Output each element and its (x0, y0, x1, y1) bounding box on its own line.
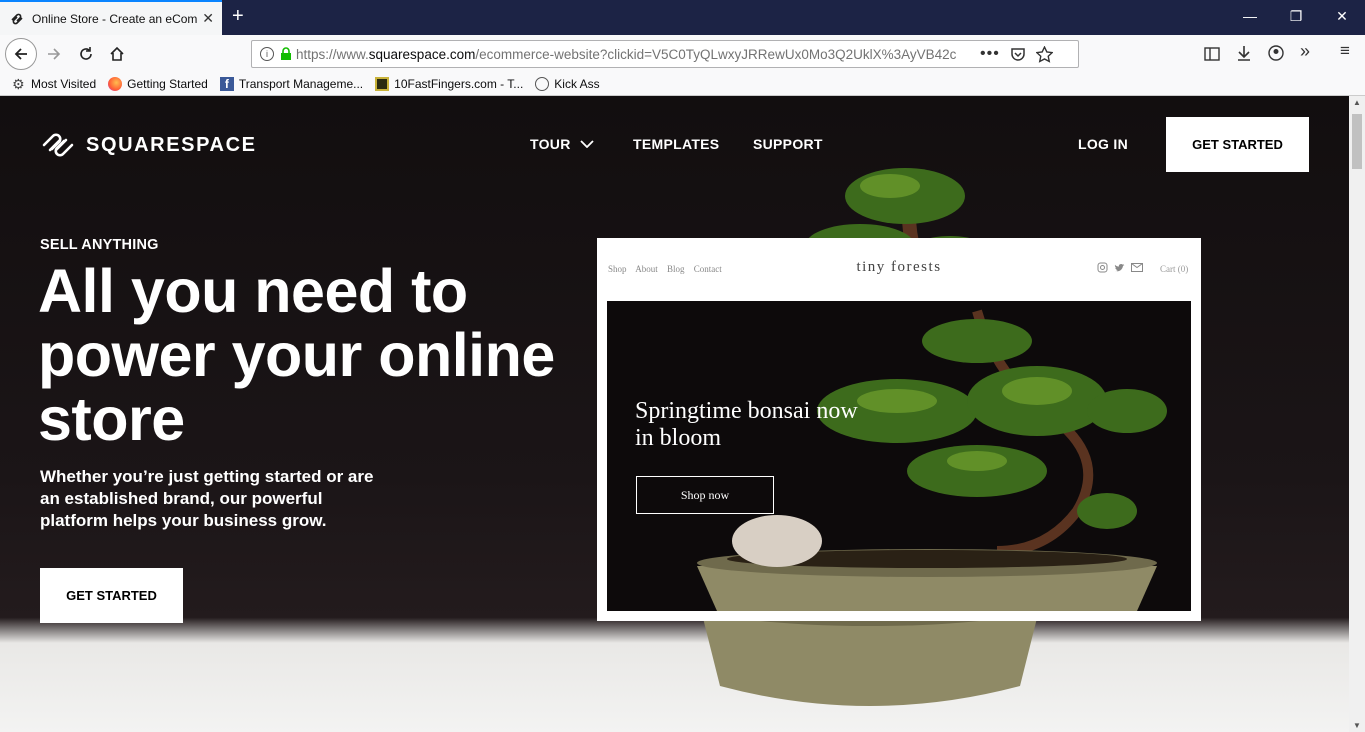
forward-arrow-icon (48, 48, 61, 60)
restore-icon[interactable]: ❐ (1273, 0, 1319, 32)
reload-icon (80, 47, 92, 60)
pocket-icon[interactable] (1010, 46, 1026, 62)
new-tab-icon[interactable]: + (232, 5, 244, 27)
back-button[interactable] (5, 38, 37, 70)
mockup-headline: Springtime bonsai now in bloom (635, 398, 858, 451)
gear-icon: ⚙ (12, 75, 25, 92)
bookmark-kick-ass[interactable]: Kick Ass (535, 76, 600, 91)
tab-title: Online Store - Create an eComm (32, 11, 198, 26)
nav-login[interactable]: LOG IN (1078, 136, 1128, 152)
library-icon[interactable] (1204, 46, 1220, 62)
mockup-hero-banner: Springtime bonsai now in bloom Shop now (607, 301, 1191, 611)
email-icon (1131, 263, 1143, 272)
firefox-icon (108, 76, 123, 91)
bookmarks-toolbar: ⚙ Most Visited Getting Started f Transpo… (0, 72, 1365, 96)
vertical-scrollbar[interactable]: ▲ ▼ (1349, 96, 1365, 732)
squarespace-logo-icon (42, 133, 74, 157)
hero-subhead: Whether you’re just getting started or a… (40, 467, 374, 530)
nav-tour[interactable]: TOUR (530, 136, 594, 152)
reload-button[interactable] (71, 39, 101, 69)
facebook-icon: f (219, 76, 234, 91)
bookmark-getting-started[interactable]: Getting Started (108, 76, 208, 91)
active-tab[interactable]: Online Store - Create an eComm ✕ (0, 0, 222, 35)
mockup-social-icons (1097, 262, 1143, 273)
url-text[interactable]: https://www.squarespace.com/ecommerce-we… (296, 47, 966, 62)
close-tab-icon[interactable]: ✕ (202, 11, 214, 25)
shop-now-button[interactable]: Shop now (636, 476, 774, 514)
close-window-icon[interactable]: ✕ (1319, 0, 1365, 32)
scroll-down-icon[interactable]: ▼ (1353, 721, 1361, 730)
mockup-cart: Cart (0) (1160, 264, 1189, 274)
mockup-bonsai-image (697, 309, 1167, 611)
tab-strip: Online Store - Create an eComm ✕ + — ❐ ✕ (0, 0, 1365, 35)
squarespace-favicon-icon (11, 13, 23, 24)
hero-eyebrow: SELL ANYTHING (40, 237, 159, 253)
scrollbar-thumb[interactable] (1352, 114, 1362, 169)
bookmark-most-visited[interactable]: ⚙ Most Visited (12, 77, 96, 91)
account-icon[interactable] (1268, 45, 1284, 61)
chevron-down-icon (579, 140, 594, 148)
download-icon[interactable] (1236, 45, 1252, 62)
scroll-up-icon[interactable]: ▲ (1353, 98, 1361, 107)
get-started-button-hero[interactable]: GET STARTED (40, 568, 183, 623)
bookmark-10fastfingers[interactable]: 10FastFingers.com - T... (375, 76, 523, 91)
lock-icon (281, 47, 291, 60)
navigation-toolbar: i https://www.squarespace.com/ecommerce-… (0, 35, 1365, 72)
page-viewport: SQUARESPACE TOUR TEMPLATES SUPPORT LOG I… (0, 96, 1349, 732)
back-arrow-icon (14, 48, 27, 60)
store-template-preview[interactable]: Shop About Blog Contact tiny forests Car… (597, 238, 1201, 621)
overflow-chevron-icon[interactable]: » (1300, 41, 1310, 62)
url-bar[interactable]: i https://www.squarespace.com/ecommerce-… (251, 40, 1079, 68)
bookmark-transport-management[interactable]: f Transport Manageme... (219, 76, 363, 91)
hamburger-menu-icon[interactable]: ≡ (1340, 41, 1350, 61)
twitter-icon (1114, 263, 1125, 271)
home-icon (110, 46, 124, 61)
minimize-icon[interactable]: — (1227, 0, 1273, 32)
site-icon (375, 76, 390, 91)
page-actions-icon[interactable]: ••• (980, 45, 1000, 63)
instagram-icon (1097, 262, 1108, 273)
globe-icon (535, 76, 550, 91)
nav-templates[interactable]: TEMPLATES (633, 136, 719, 152)
nav-support[interactable]: SUPPORT (753, 136, 823, 152)
info-icon[interactable]: i (260, 47, 274, 61)
bookmark-star-icon[interactable] (1035, 45, 1053, 63)
home-button[interactable] (102, 39, 132, 69)
squarespace-logo[interactable]: SQUARESPACE (40, 130, 257, 160)
get-started-button-header[interactable]: GET STARTED (1166, 117, 1309, 172)
hero-headline: All you need to power your online store (38, 257, 555, 453)
forward-button[interactable] (39, 39, 69, 69)
